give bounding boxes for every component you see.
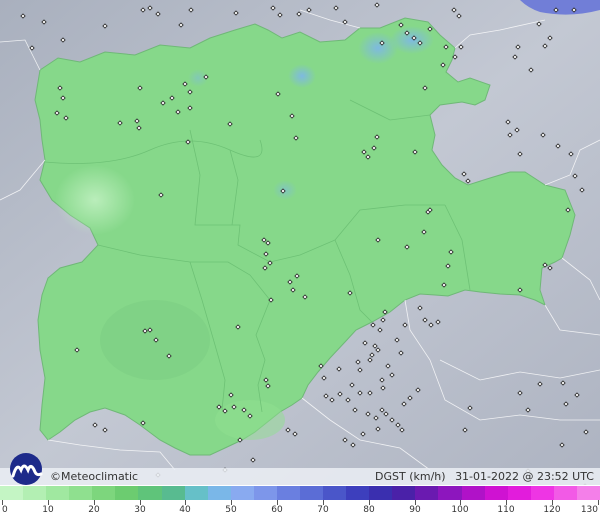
legend-labels: 0 10 20 30 40 50 60 70 80 90 100 110 120… [0, 504, 600, 519]
legend-label: 30 [134, 505, 146, 515]
legend-color-swatch [553, 486, 577, 500]
status-readout: DGST (km/h) 31-01-2022 @ 23:52 UTC [369, 469, 594, 484]
legend-color-swatch [576, 486, 600, 500]
legend-color-swatch [484, 486, 508, 500]
legend-color-swatch [438, 486, 462, 500]
legend-label: 90 [409, 505, 421, 515]
gust-hotspot [273, 180, 297, 200]
legend-label: 0 [2, 505, 8, 515]
legend-color-swatch [415, 486, 439, 500]
legend-color-swatch [46, 486, 70, 500]
legend-color-swatch [323, 486, 347, 500]
legend-color-swatch [346, 486, 370, 500]
legend-color-swatch [138, 486, 162, 500]
legend-color-swatch [92, 486, 116, 500]
legend-color-swatch [0, 486, 24, 500]
legend-label: 80 [363, 505, 375, 515]
brand-name: Meteoclimatic [61, 470, 139, 483]
legend-color-swatch [69, 486, 93, 500]
legend-color-swatch [184, 486, 208, 500]
gust-hotspot [288, 64, 316, 88]
light-area [55, 165, 135, 235]
map-canvas [0, 0, 600, 485]
legend-color-swatch [392, 486, 416, 500]
legend-color-swatch [161, 486, 185, 500]
legend-label: 120 [543, 505, 561, 515]
legend-label: 110 [497, 505, 515, 515]
legend-color-swatch [369, 486, 393, 500]
legend-label: 60 [271, 505, 283, 515]
legend-color-swatch [115, 486, 139, 500]
color-legend: 0 10 20 30 40 50 60 70 80 90 100 110 120… [0, 485, 600, 521]
gust-hotspot [390, 26, 434, 54]
brand-label: ©Meteoclimatic [50, 469, 138, 484]
light-area [215, 400, 285, 440]
legend-label: 50 [225, 505, 237, 515]
legend-color-swatch [276, 486, 301, 500]
legend-color-bar [0, 486, 600, 500]
variable-label: DGST (km/h) [375, 470, 446, 483]
legend-label: 10 [42, 505, 54, 515]
legend-color-swatch [300, 486, 324, 500]
copyright-symbol: © [50, 470, 61, 483]
legend-label: 20 [88, 505, 100, 515]
legend-label: 40 [179, 505, 191, 515]
legend-color-swatch [253, 486, 277, 500]
legend-color-swatch [207, 486, 231, 500]
legend-label: 100 [451, 505, 469, 515]
legend-color-swatch [23, 486, 47, 500]
legend-label: 70 [317, 505, 329, 515]
meteoclimatic-logo-icon [10, 453, 43, 485]
legend-color-swatch [461, 486, 485, 500]
legend-color-swatch [230, 486, 254, 500]
legend-label: 130 [580, 505, 598, 515]
legend-color-swatch [530, 486, 554, 500]
map-viewport: ©Meteoclimatic DGST (km/h) 31-01-2022 @ … [0, 0, 600, 521]
legend-color-swatch [507, 486, 531, 500]
datetime-label: 31-01-2022 @ 23:52 UTC [455, 470, 594, 483]
